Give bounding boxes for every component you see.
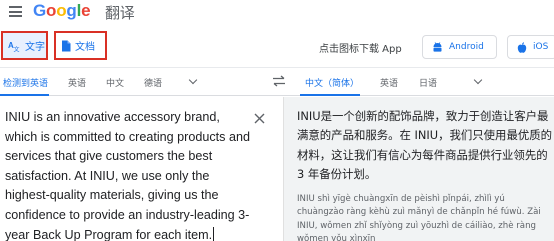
source-panel: INIU is an innovative accessory brand, w… bbox=[0, 97, 283, 241]
app-header: Google 翻译 bbox=[0, 0, 554, 27]
google-translate-logo[interactable]: Google 翻译 bbox=[33, 1, 135, 22]
swap-icon[interactable] bbox=[272, 75, 286, 87]
google-logo-text: Google bbox=[33, 1, 91, 20]
documents-mode-button[interactable]: 文档 bbox=[54, 31, 107, 60]
source-text: INIU is an innovative accessory brand, w… bbox=[5, 110, 250, 241]
apple-icon bbox=[517, 41, 527, 53]
text-mode-button[interactable]: A 文 文字 bbox=[1, 31, 48, 60]
close-icon[interactable] bbox=[254, 113, 265, 124]
text-cursor bbox=[213, 226, 215, 241]
logo-letter: g bbox=[66, 1, 77, 20]
document-icon bbox=[62, 40, 71, 51]
chevron-down-icon[interactable] bbox=[188, 75, 198, 85]
source-lang-english[interactable]: 英语 bbox=[68, 76, 86, 89]
language-bar: 检测到英语 英语 中文 德语 中文（简体） 英语 日语 bbox=[0, 67, 554, 96]
logo-letter: G bbox=[33, 1, 47, 20]
logo-letter: o bbox=[46, 1, 57, 20]
translate-title: 翻译 bbox=[105, 4, 135, 22]
translation-text: INIU是一个创新的配饰品牌，致力于创造让客户最满意的产品和服务。在 INIU，… bbox=[297, 109, 553, 182]
download-app-label: 点击图标下载 App bbox=[319, 44, 402, 55]
ios-label: iOS bbox=[533, 42, 549, 52]
source-lang-chinese[interactable]: 中文 bbox=[106, 76, 124, 89]
android-icon bbox=[433, 41, 442, 52]
translation-panel: INIU是一个创新的配饰品牌，致力于创造让客户最满意的产品和服务。在 INIU，… bbox=[283, 97, 554, 241]
logo-letter: e bbox=[81, 1, 91, 20]
pinyin-text: INIU shì yīgè chuàngxīn de pèishì pǐnpái… bbox=[297, 194, 541, 241]
chevron-down-icon[interactable] bbox=[473, 75, 483, 85]
detect-language-tab[interactable]: 检测到英语 bbox=[3, 76, 48, 89]
logo-letter: o bbox=[56, 1, 67, 20]
target-lang-english[interactable]: 英语 bbox=[380, 76, 398, 89]
target-tab-indicator bbox=[300, 94, 360, 96]
source-lang-german[interactable]: 德语 bbox=[144, 76, 162, 89]
documents-mode-label: 文档 bbox=[75, 42, 95, 53]
svg-text:文: 文 bbox=[14, 46, 20, 53]
source-tab-indicator bbox=[0, 94, 49, 96]
source-textarea[interactable]: INIU is an innovative accessory brand, w… bbox=[5, 108, 255, 241]
target-lang-chinese-simplified[interactable]: 中文（简体） bbox=[305, 76, 359, 89]
text-mode-label: 文字 bbox=[25, 42, 45, 53]
android-app-button[interactable]: Android bbox=[422, 35, 497, 59]
android-label: Android bbox=[449, 42, 484, 52]
ios-app-button[interactable]: iOS bbox=[507, 35, 554, 59]
target-lang-japanese[interactable]: 日语 bbox=[419, 76, 437, 89]
text-icon: A 文 bbox=[8, 41, 20, 53]
menu-icon[interactable] bbox=[9, 6, 22, 17]
